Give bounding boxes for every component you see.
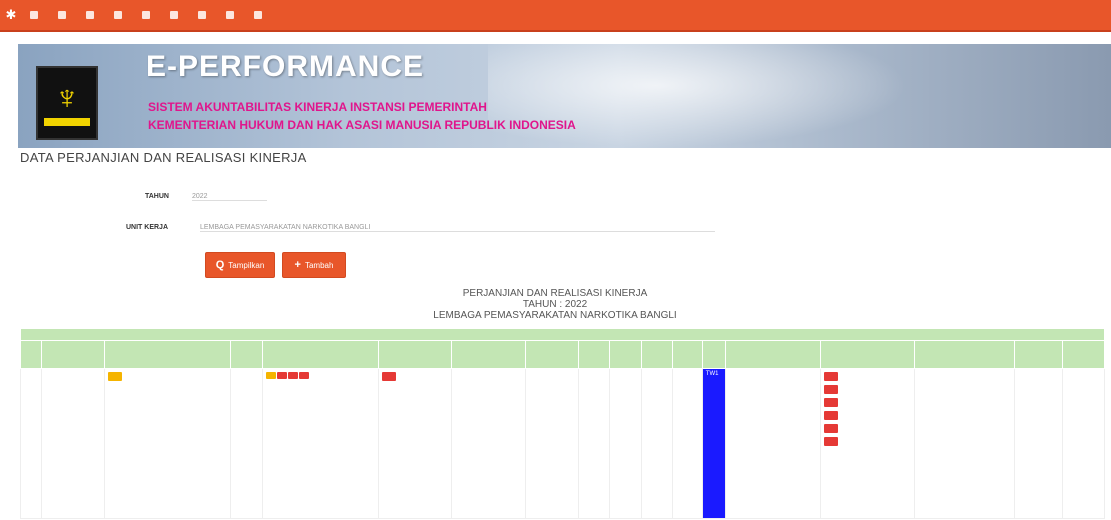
- cell-uraian: [724, 368, 821, 519]
- page-title: DATA PERJANJIAN DAN REALISASI KINERJA: [20, 150, 307, 165]
- col-header: [914, 340, 1016, 369]
- gear-icon[interactable]: ✱: [0, 0, 22, 30]
- nav-item-1[interactable]: [22, 0, 50, 30]
- col-header: [451, 340, 527, 369]
- app-subtitle: SISTEM AKUNTABILITAS KINERJA INSTANSI PE…: [148, 100, 487, 114]
- col-header: [1061, 340, 1106, 369]
- col-header: [230, 340, 263, 369]
- col-header: [609, 340, 642, 369]
- cell-indikator: [261, 368, 379, 519]
- tw-badge: TW1: [701, 368, 726, 519]
- cell-program: [104, 368, 232, 519]
- ministry-name: KEMENTERIAN HUKUM DAN HAK ASASI MANUSIA …: [148, 118, 576, 132]
- delete-icon[interactable]: [823, 411, 838, 420]
- unit-kerja-select[interactable]: LEMBAGA PEMASYARAKATAN NARKOTIKA BANGLI: [200, 224, 715, 232]
- col-header: [261, 340, 379, 369]
- delete-icon[interactable]: [381, 372, 396, 381]
- file-icon: [114, 11, 122, 19]
- col-header: [525, 340, 579, 369]
- delete-icon[interactable]: [823, 424, 838, 433]
- col-header: [41, 340, 106, 369]
- cell-kegiatan-1: [377, 368, 453, 519]
- col-header: [377, 340, 453, 369]
- delete-icon[interactable]: [823, 437, 838, 446]
- col-header: [640, 340, 674, 369]
- nav-item-8[interactable]: [218, 0, 246, 30]
- target-icon: [170, 11, 178, 19]
- app-title: E-PERFORMANCE: [146, 50, 425, 83]
- top-navbar: ✱: [0, 0, 1111, 32]
- cell-value: [609, 368, 642, 519]
- delete-icon[interactable]: [276, 372, 287, 379]
- bar-chart-icon: [142, 11, 150, 19]
- kemenkumham-logo: ♆: [36, 66, 98, 140]
- table-header: [19, 340, 1106, 369]
- delete-icon[interactable]: [823, 398, 838, 407]
- logout-icon: [254, 11, 262, 19]
- nav-item-9[interactable]: [246, 0, 274, 30]
- performance-table: TW1: [19, 328, 1106, 519]
- cell-target: [525, 368, 579, 519]
- tahun-label: TAHUN: [145, 193, 169, 200]
- upload-icon[interactable]: [298, 372, 309, 379]
- edit-icon[interactable]: [265, 372, 276, 379]
- cell-iku: [230, 368, 263, 519]
- cell-value: [640, 368, 674, 519]
- plus-icon: +: [294, 259, 301, 271]
- col-header: [577, 340, 611, 369]
- chart-icon: [58, 11, 66, 19]
- delete-icon[interactable]: [823, 385, 838, 394]
- user-icon: [226, 11, 234, 19]
- unit-kerja-label: UNIT KERJA: [126, 224, 169, 231]
- report-icon: [198, 11, 206, 19]
- search-button[interactable]: Q Tampilkan: [205, 252, 275, 278]
- cell-nilai: [1014, 368, 1063, 519]
- col-header: [724, 340, 821, 369]
- nav-item-4[interactable]: [106, 0, 134, 30]
- col-header: [701, 340, 726, 369]
- edit-icon[interactable]: [108, 372, 123, 381]
- table-row: TW1: [19, 368, 1106, 519]
- cell-value: [672, 368, 703, 519]
- delete-icon[interactable]: [823, 372, 838, 381]
- home-icon: [30, 11, 38, 19]
- detail-icon[interactable]: [287, 372, 298, 379]
- col-header: [672, 340, 703, 369]
- cell-kegiatan-2: [451, 368, 527, 519]
- col-header: [819, 340, 916, 369]
- col-header: [19, 340, 43, 369]
- cell-no: [19, 368, 43, 519]
- nav-item-7[interactable]: [190, 0, 218, 30]
- report-title: PERJANJIAN DAN REALISASI KINERJA: [462, 288, 648, 299]
- col-header: [1014, 340, 1063, 369]
- col-header: [104, 340, 232, 369]
- emblem-icon: ♆: [54, 79, 80, 117]
- cell-dokumen: [819, 368, 916, 519]
- report-year: TAHUN : 2022: [522, 299, 588, 310]
- cell-value: [577, 368, 611, 519]
- table-header-top: [20, 328, 1105, 341]
- header-banner: ♆ E-PERFORMANCE SISTEM AKUNTABILITAS KIN…: [18, 44, 1111, 148]
- cell-sasaran: [41, 368, 106, 519]
- report-unit: LEMBAGA PEMASYARAKATAN NARKOTIKA BANGLI: [433, 310, 677, 321]
- book-icon: [86, 11, 94, 19]
- tahun-select[interactable]: 2022: [192, 193, 267, 201]
- cell-keterangan: [1061, 368, 1106, 519]
- cell-evidence: [914, 368, 1016, 519]
- add-button[interactable]: + Tambah: [282, 252, 346, 278]
- nav-item-5[interactable]: [134, 0, 162, 30]
- search-icon: Q: [215, 259, 225, 271]
- nav-item-3[interactable]: [78, 0, 106, 30]
- nav-item-6[interactable]: [162, 0, 190, 30]
- nav-item-2[interactable]: [50, 0, 78, 30]
